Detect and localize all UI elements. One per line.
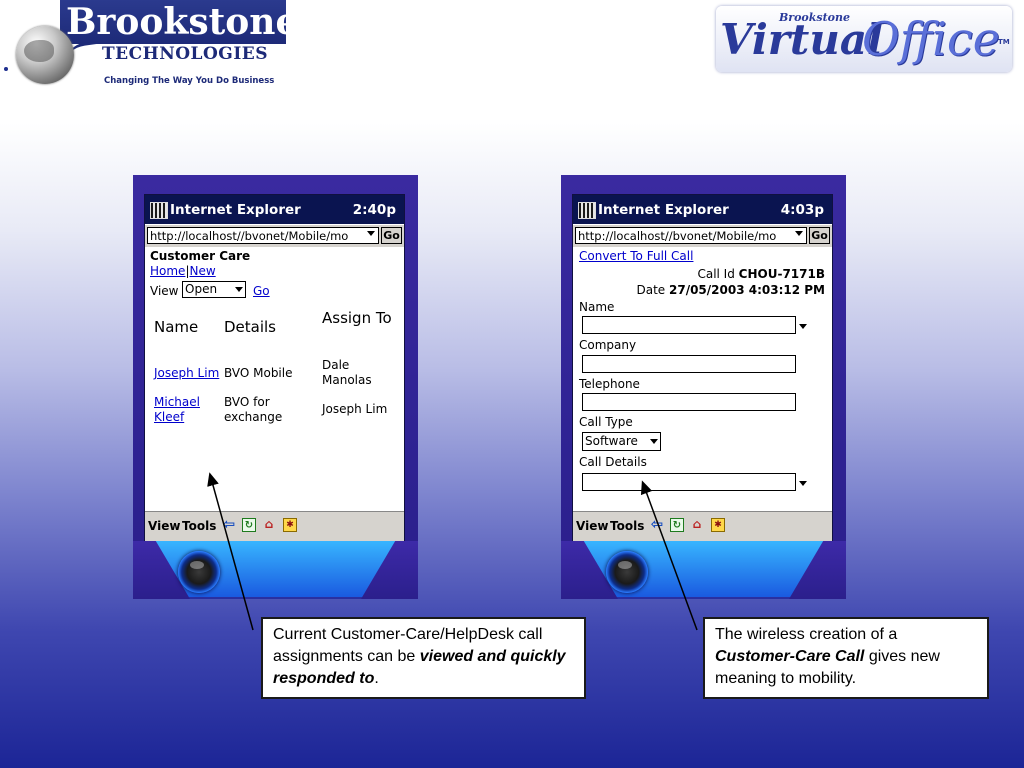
view-label: View xyxy=(150,284,179,298)
callout-right-text: The wireless creation of a xyxy=(715,626,898,643)
view-go-link[interactable]: Go xyxy=(253,284,270,298)
home-icon[interactable]: ⌂ xyxy=(690,518,704,532)
callout-left: Current Customer-Care/HelpDesk call assi… xyxy=(261,617,586,699)
pda-screen: Internet Explorer 4:03p http://localhost… xyxy=(572,194,833,543)
navigation-pad[interactable] xyxy=(606,551,648,593)
row-assign: Dale Manolas xyxy=(322,358,372,387)
command-bar: View Tools ⇦ ↻ ⌂ ✱ xyxy=(145,511,404,541)
call-id-row: Call Id CHOU-7171B xyxy=(697,267,825,281)
date-row: Date 27/05/2003 4:03:12 PM xyxy=(636,283,825,297)
vo-office-text: Office xyxy=(862,12,1000,66)
nav-links: Home|New xyxy=(150,264,216,278)
date-value: 27/05/2003 4:03:12 PM xyxy=(669,283,825,297)
address-bar: http://localhost//bvonet/Mobile/mo Go xyxy=(145,225,404,247)
app-title: Internet Explorer xyxy=(598,202,729,218)
brand-tagline: Changing The Way You Do Business xyxy=(104,76,275,86)
column-header-name: Name xyxy=(154,318,199,336)
ie-titlebar: Internet Explorer 4:03p xyxy=(573,195,832,224)
windows-flag-icon[interactable] xyxy=(150,202,168,219)
view-select-value: Open xyxy=(185,282,218,296)
logo-dot xyxy=(4,67,8,71)
clock-time[interactable]: 4:03p xyxy=(781,202,824,218)
navigation-pad[interactable] xyxy=(178,551,220,593)
view-select[interactable]: Open xyxy=(182,281,246,298)
column-header-assign-to: Assign To xyxy=(322,309,392,327)
column-header-details: Details xyxy=(224,318,277,336)
vo-brookstone-text: Brookstone xyxy=(779,11,850,24)
chevron-down-icon xyxy=(650,439,658,444)
view-menu[interactable]: View xyxy=(148,519,180,533)
navigation-pad-highlight xyxy=(618,561,632,569)
call-type-value: Software xyxy=(585,434,638,448)
go-button[interactable]: Go xyxy=(809,227,830,244)
row-assign: Joseph Lim xyxy=(322,402,388,416)
chevron-down-icon[interactable] xyxy=(795,231,803,236)
navigation-pad-highlight xyxy=(190,561,204,569)
callout-left-end: . xyxy=(374,670,379,687)
ie-titlebar: Internet Explorer 2:40p xyxy=(145,195,404,224)
go-button[interactable]: Go xyxy=(381,227,402,244)
url-input[interactable]: http://localhost//bvonet/Mobile/mo xyxy=(147,227,379,244)
call-type-label: Call Type xyxy=(579,415,633,429)
row-name-link[interactable]: Joseph Lim xyxy=(154,366,219,380)
callout-right-emphasis: Customer-Care Call xyxy=(715,648,865,665)
brand-technologies: TECHNOLOGIES xyxy=(102,44,269,64)
refresh-icon[interactable]: ↻ xyxy=(242,518,256,532)
callout-right: The wireless creation of a Customer-Care… xyxy=(703,617,989,699)
tools-menu[interactable]: Tools xyxy=(610,519,644,533)
url-input[interactable]: http://localhost//bvonet/Mobile/mo xyxy=(575,227,807,244)
convert-to-full-call-link[interactable]: Convert To Full Call xyxy=(579,249,693,263)
app-title: Internet Explorer xyxy=(170,202,301,218)
name-select[interactable] xyxy=(582,316,796,334)
row-details: BVO for exchange xyxy=(224,395,283,424)
row-details: BVO Mobile xyxy=(224,366,293,380)
brand-name: Brookstone xyxy=(66,1,299,43)
home-link[interactable]: Home xyxy=(150,264,185,278)
back-icon[interactable]: ⇦ xyxy=(222,517,236,532)
command-bar: View Tools ⇦ ↻ ⌂ ✱ xyxy=(573,511,832,541)
chevron-down-icon[interactable] xyxy=(799,481,807,486)
name-label: Name xyxy=(579,300,615,314)
page-title: Customer Care xyxy=(150,249,251,263)
pda-screen: Internet Explorer 2:40p http://localhost… xyxy=(144,194,405,543)
chevron-down-icon[interactable] xyxy=(367,231,375,236)
page-content: Convert To Full Call Call Id CHOU-7171B … xyxy=(573,247,832,510)
new-link[interactable]: New xyxy=(189,264,215,278)
tools-menu[interactable]: Tools xyxy=(182,519,216,533)
call-details-field[interactable] xyxy=(582,473,796,491)
virtual-office-logo: Virtual Brookstone Office TM xyxy=(716,6,1012,74)
home-icon[interactable]: ⌂ xyxy=(262,518,276,532)
pda-device-right: Internet Explorer 4:03p http://localhost… xyxy=(561,175,846,599)
company-field[interactable] xyxy=(582,355,796,373)
globe-icon xyxy=(16,26,74,84)
row-name-link[interactable]: Michael Kleef xyxy=(154,395,209,425)
call-type-select[interactable]: Software xyxy=(582,432,661,451)
company-label: Company xyxy=(579,338,637,352)
brand-block: Brookstone TECHNOLOGIES Changing The Way… xyxy=(60,0,298,92)
brookstone-technologies-logo: Brookstone TECHNOLOGIES Changing The Way… xyxy=(0,0,298,92)
favorites-icon[interactable]: ✱ xyxy=(283,518,297,532)
telephone-field[interactable] xyxy=(582,393,796,411)
telephone-label: Telephone xyxy=(579,377,640,391)
refresh-icon[interactable]: ↻ xyxy=(670,518,684,532)
call-id-label: Call Id xyxy=(697,267,735,281)
chevron-down-icon[interactable] xyxy=(799,324,807,329)
chevron-down-icon xyxy=(235,287,243,292)
pda-device-left: Internet Explorer 2:40p http://localhost… xyxy=(133,175,418,599)
view-menu[interactable]: View xyxy=(576,519,608,533)
vo-trademark: TM xyxy=(998,38,1010,46)
page-content: Customer Care Home|New View Open Go Name… xyxy=(145,247,404,510)
call-details-label: Call Details xyxy=(579,455,647,469)
favorites-icon[interactable]: ✱ xyxy=(711,518,725,532)
windows-flag-icon[interactable] xyxy=(578,202,596,219)
clock-time[interactable]: 2:40p xyxy=(353,202,396,218)
date-label: Date xyxy=(636,283,666,297)
call-id-value: CHOU-7171B xyxy=(738,267,825,281)
address-bar: http://localhost//bvonet/Mobile/mo Go xyxy=(573,225,832,247)
back-icon[interactable]: ⇦ xyxy=(650,517,664,532)
